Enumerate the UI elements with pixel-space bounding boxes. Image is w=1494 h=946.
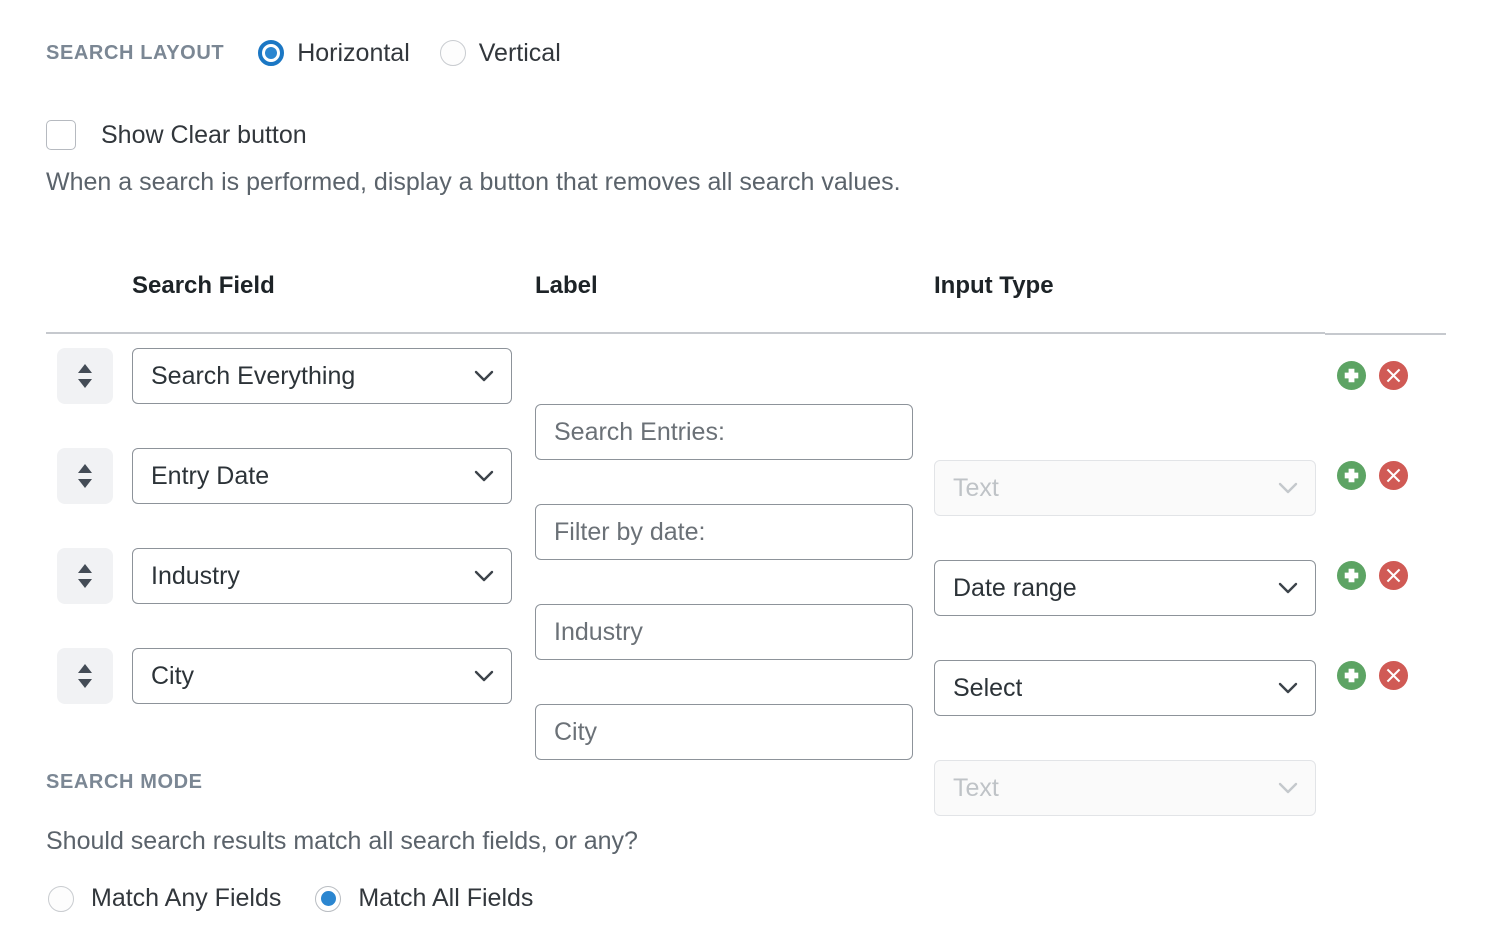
input-label-value: Search Entries: [554, 417, 725, 446]
remove-row-icon[interactable] [1378, 560, 1409, 591]
radio-icon-match-any-fields[interactable] [48, 885, 74, 912]
table-header-row: Search Field Label Input Type [0, 272, 1494, 332]
row-actions [1336, 360, 1409, 391]
remove-row-icon[interactable] [1378, 460, 1409, 491]
drag-handle-icon[interactable] [57, 548, 113, 604]
add-row-icon[interactable] [1336, 360, 1367, 391]
input-label-value: Filter by date: [554, 517, 706, 546]
radio-icon-vertical[interactable] [439, 40, 466, 66]
row-actions [1336, 660, 1409, 691]
remove-row-icon[interactable] [1378, 360, 1409, 391]
table-row: City City Text [0, 648, 1494, 816]
search-mode-options: Match Any Fields Match All Fields [48, 884, 567, 913]
row-actions [1336, 560, 1409, 591]
search-fields-table: Search Field Label Input Type Search Eve… [0, 272, 1494, 816]
radio-icon-match-all-fields[interactable] [315, 885, 342, 912]
drag-handle-icon[interactable] [57, 648, 113, 704]
select-search-field[interactable]: Search Everything [132, 348, 512, 404]
remove-row-icon[interactable] [1378, 660, 1409, 691]
table-row: Entry Date Filter by date: Date range [0, 448, 1494, 616]
radio-search-layout-vertical[interactable]: Vertical [439, 38, 561, 68]
column-header-search-field: Search Field [132, 272, 275, 299]
chevron-down-icon [474, 470, 494, 482]
search-settings-panel: SEARCH LAYOUT Horizontal Vertical Show C… [0, 0, 1494, 946]
input-label-value: Industry [554, 617, 643, 646]
drag-handle-icon[interactable] [57, 448, 113, 504]
add-row-icon[interactable] [1336, 560, 1367, 591]
radio-match-any-fields[interactable]: Match Any Fields [48, 884, 281, 913]
add-row-icon[interactable] [1336, 460, 1367, 491]
radio-search-layout-horizontal[interactable]: Horizontal [258, 39, 410, 68]
search-layout-label: SEARCH LAYOUT [46, 42, 225, 64]
column-header-label: Label [535, 272, 598, 299]
radio-label-match-all-fields: Match All Fields [358, 884, 534, 912]
select-search-field-value: Entry Date [151, 461, 270, 490]
select-search-field-value: Industry [151, 561, 240, 590]
table-row: Industry Industry Select [0, 548, 1494, 716]
chevron-down-icon [1278, 782, 1298, 794]
radio-icon-horizontal[interactable] [258, 40, 285, 66]
checkbox-show-clear-button[interactable]: Show Clear button [46, 120, 307, 150]
input-label-value: City [554, 717, 598, 746]
chevron-down-icon [474, 670, 494, 682]
select-search-field[interactable]: Entry Date [132, 448, 512, 504]
select-input-type-value: Text [953, 773, 999, 802]
show-clear-button-description: When a search is performed, display a bu… [46, 168, 901, 196]
select-search-field-value: City [151, 661, 195, 690]
add-row-icon[interactable] [1336, 660, 1367, 691]
radio-label-horizontal: Horizontal [297, 38, 410, 67]
input-label[interactable]: City [535, 704, 913, 760]
checkbox-label-show-clear-button: Show Clear button [101, 120, 307, 149]
table-body: Search Everything Search Entries: Text E… [0, 334, 1494, 816]
checkbox-icon-show-clear-button[interactable] [46, 120, 76, 150]
select-search-field-value: Search Everything [151, 361, 356, 390]
search-layout-section: SEARCH LAYOUT Horizontal Vertical [46, 38, 561, 68]
row-actions [1336, 460, 1409, 491]
table-row: Search Everything Search Entries: Text [0, 348, 1494, 516]
column-header-input-type: Input Type [934, 272, 1054, 299]
radio-match-all-fields[interactable]: Match All Fields [315, 884, 533, 913]
radio-label-vertical: Vertical [478, 38, 561, 67]
search-mode-label: SEARCH MODE [46, 771, 203, 793]
select-input-type: Text [934, 760, 1316, 816]
radio-label-match-any-fields: Match Any Fields [91, 884, 282, 912]
search-mode-question: Should search results match all search f… [46, 827, 638, 855]
drag-handle-icon[interactable] [57, 348, 113, 404]
chevron-down-icon [474, 370, 494, 382]
select-search-field[interactable]: City [132, 648, 512, 704]
chevron-down-icon [474, 570, 494, 582]
select-search-field[interactable]: Industry [132, 548, 512, 604]
